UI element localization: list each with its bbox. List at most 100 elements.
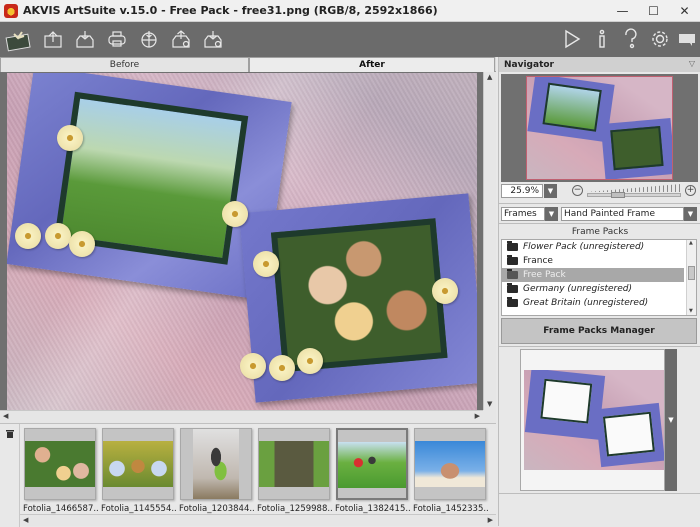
batch-open-button[interactable]: [168, 26, 194, 52]
scroll-down-icon[interactable]: ▼: [689, 309, 693, 314]
zoom-dropdown-button[interactable]: ▼: [544, 184, 557, 198]
flower-decoration: [57, 125, 83, 151]
frame-packs-manager-button[interactable]: Frame Packs Manager: [501, 318, 697, 344]
help-button[interactable]: [618, 26, 644, 52]
zoom-slider[interactable]: [587, 193, 681, 197]
save-file-icon: [76, 31, 94, 48]
frame-type-select[interactable]: Hand Painted Frame: [561, 207, 684, 221]
flower-decoration: [432, 278, 458, 304]
frame-preview[interactable]: [520, 349, 665, 491]
chevron-down-icon: ▼: [668, 416, 674, 424]
list-item[interactable]: Germany (unregistered): [502, 282, 696, 296]
share-button[interactable]: [136, 26, 162, 52]
divider: [499, 493, 700, 494]
thumbnail-label: Fotolia_1466587...: [23, 504, 99, 514]
filmstrip-item[interactable]: [24, 428, 96, 500]
canvas-horizontal-scrollbar[interactable]: ◀ ▶: [0, 410, 483, 423]
print-icon: [108, 31, 126, 47]
frame-preview-dropdown-button[interactable]: ▼: [665, 349, 677, 491]
batch-save-button[interactable]: [200, 26, 226, 52]
navigator-preview[interactable]: [501, 74, 698, 182]
thumbnail-label: Fotolia_1203844...: [179, 504, 255, 514]
close-button[interactable]: ✕: [669, 0, 700, 22]
thumbnail-label: Fotolia_1145554...: [101, 504, 177, 514]
scroll-right-icon[interactable]: ▶: [475, 413, 480, 420]
scrollbar-thumb[interactable]: [688, 266, 695, 280]
thumbnail-label: Fotolia_1382415...: [335, 504, 411, 514]
list-item[interactable]: France: [502, 254, 696, 268]
frame-preview-image: [524, 370, 664, 470]
result-image[interactable]: [7, 73, 477, 410]
list-item-label: France: [523, 256, 553, 266]
flower-decoration: [297, 348, 323, 374]
maximize-button[interactable]: ☐: [638, 0, 669, 22]
play-icon: [565, 29, 581, 49]
thumbnail-image: [259, 441, 329, 487]
scroll-up-icon[interactable]: ▲: [487, 74, 492, 81]
list-item-label: Free Pack: [523, 270, 566, 280]
info-icon: [599, 29, 605, 48]
tab-after[interactable]: After: [249, 57, 495, 72]
tab-before[interactable]: Before: [0, 57, 249, 72]
scroll-up-icon[interactable]: ▲: [689, 241, 693, 246]
title-bar: AKVIS ArtSuite v.15.0 - Free Pack - free…: [0, 0, 700, 22]
flower-decoration: [15, 223, 41, 249]
frame-type-dropdown-button[interactable]: ▼: [684, 207, 697, 221]
list-item-selected[interactable]: Free Pack: [502, 268, 684, 282]
list-item[interactable]: Great Britain (unregistered): [502, 296, 696, 310]
list-item[interactable]: Flower Pack (unregistered): [502, 240, 696, 254]
chevron-down-icon: ▼: [687, 210, 694, 218]
print-button[interactable]: [104, 26, 130, 52]
thumbnail-label: Fotolia_1452335...: [413, 504, 489, 514]
filmstrip-scrollbar[interactable]: ◀ ▶: [20, 514, 496, 526]
folder-icon: [507, 269, 518, 279]
open-settings-icon: [172, 30, 190, 48]
thumbnail-image: [193, 429, 239, 499]
filmstrip-item[interactable]: [102, 428, 174, 500]
category-dropdown-button[interactable]: ▼: [545, 207, 558, 221]
category-select[interactable]: Frames: [501, 207, 545, 221]
thumbnail-image: [415, 441, 485, 487]
list-scrollbar[interactable]: ▲ ▼: [686, 240, 696, 315]
scroll-left-icon[interactable]: ◀: [3, 413, 8, 420]
hints-button[interactable]: [674, 26, 700, 52]
minimize-button[interactable]: —: [607, 0, 638, 22]
zoom-slider-handle[interactable]: [611, 192, 625, 198]
gear-icon: [652, 31, 668, 47]
thumbnail-image: [103, 441, 173, 487]
scroll-down-icon[interactable]: ▼: [487, 401, 492, 408]
filmstrip-item-selected[interactable]: [336, 428, 408, 500]
filmstrip-item[interactable]: [414, 428, 486, 500]
settings-button[interactable]: [647, 26, 673, 52]
flower-decoration: [69, 231, 95, 257]
zoom-in-button[interactable]: +: [685, 185, 696, 196]
save-settings-icon: [204, 31, 222, 48]
trash-icon[interactable]: [5, 429, 15, 439]
run-button[interactable]: [559, 26, 585, 52]
canvas-vertical-scrollbar[interactable]: ▲ ▼: [483, 72, 496, 410]
open-button[interactable]: [40, 26, 66, 52]
close-icon: ✕: [679, 4, 690, 18]
filmstrip-item[interactable]: [258, 428, 330, 500]
zoom-slider-scale: [587, 184, 681, 192]
save-button[interactable]: [72, 26, 98, 52]
collapse-icon[interactable]: ▽: [689, 59, 695, 68]
thumbnail-image: [338, 442, 406, 488]
list-item-label: Great Britain (unregistered): [523, 298, 649, 308]
resize-grip: [483, 410, 496, 423]
filmstrip-item[interactable]: [180, 428, 252, 500]
app-logo-icon: [4, 3, 18, 18]
minimize-icon: —: [616, 4, 629, 18]
scroll-left-icon[interactable]: ◀: [23, 517, 28, 524]
scroll-right-icon[interactable]: ▶: [488, 517, 493, 524]
zoom-out-button[interactable]: −: [572, 185, 583, 196]
navigator-thumbnail: [526, 76, 673, 180]
info-button[interactable]: [589, 26, 615, 52]
folder-icon: [507, 283, 518, 293]
zoom-input[interactable]: 25.9%: [501, 184, 543, 198]
logo-button[interactable]: [4, 26, 34, 52]
chevron-down-icon: ▼: [547, 187, 554, 195]
divider: [499, 203, 700, 204]
navigator-header[interactable]: Navigator ▽: [499, 57, 700, 72]
divider: [499, 223, 700, 224]
